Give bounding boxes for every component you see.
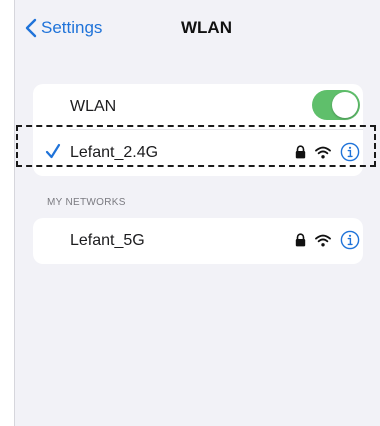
info-icon[interactable]	[340, 230, 360, 250]
back-button-label: Settings	[41, 18, 103, 37]
connected-network-name: Lefant_2.4G	[70, 144, 159, 161]
checkmark-icon	[45, 142, 61, 165]
wifi-icon	[315, 234, 331, 247]
page-title: WLAN	[181, 18, 232, 37]
settings-screen: Settings WLAN WLAN Lefant_2.4G MY NETWOR…	[14, 0, 380, 426]
connected-network-row[interactable]: Lefant_2.4G	[33, 130, 363, 176]
back-button[interactable]: Settings	[25, 16, 102, 40]
chevron-left-icon	[25, 18, 37, 38]
network-row[interactable]: Lefant_5G	[33, 218, 363, 264]
wlan-toggle-label: WLAN	[70, 98, 117, 115]
network-name: Lefant_5G	[70, 232, 145, 249]
wlan-toggle-switch[interactable]	[312, 90, 360, 120]
wlan-toggle-row: WLAN	[33, 84, 363, 130]
network-status-icons	[295, 142, 360, 162]
lock-icon	[295, 233, 306, 247]
navigation-bar: Settings WLAN	[15, 0, 380, 56]
my-networks-group: Lefant_5G	[33, 218, 363, 264]
network-status-icons	[295, 230, 360, 250]
section-header-my-networks: MY NETWORKS	[47, 197, 126, 208]
lock-icon	[295, 145, 306, 159]
wifi-icon	[315, 146, 331, 159]
toggle-knob	[332, 92, 358, 118]
wlan-group: WLAN Lefant_2.4G	[33, 84, 363, 176]
info-icon[interactable]	[340, 142, 360, 162]
